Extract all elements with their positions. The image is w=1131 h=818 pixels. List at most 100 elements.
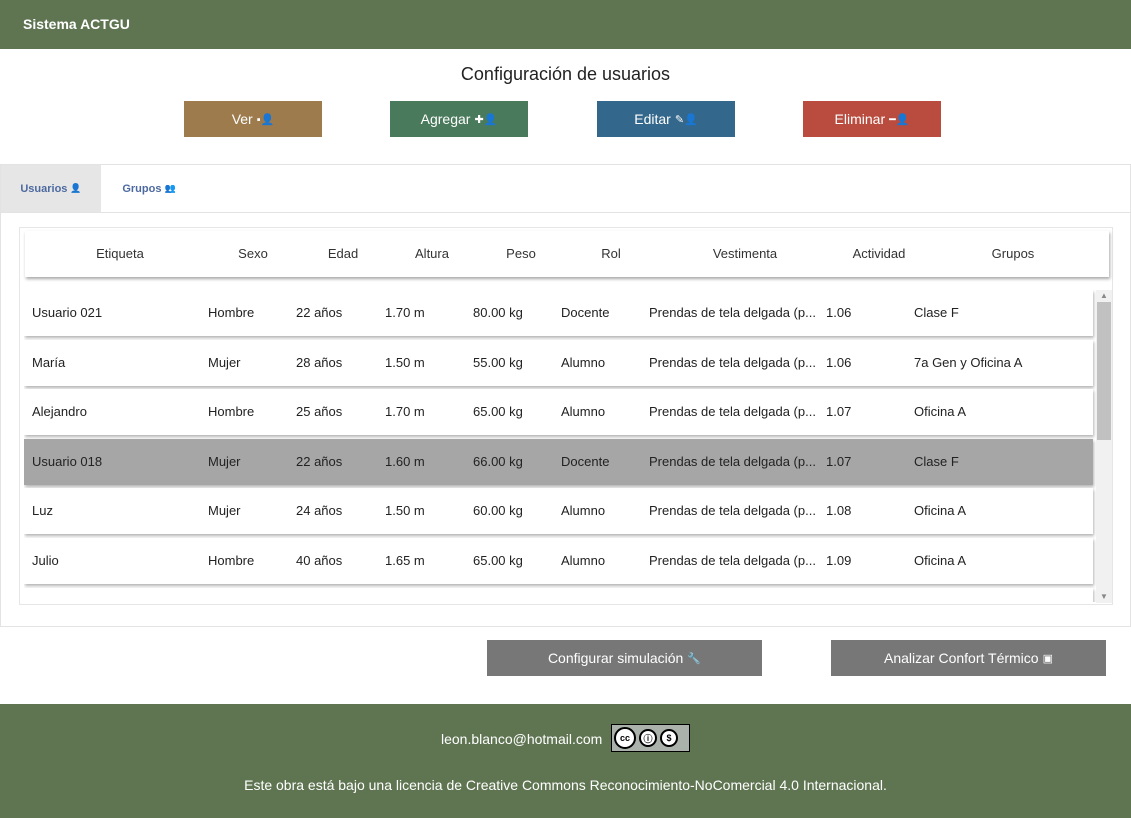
add-user-button[interactable]: Agregar ✚👤 (390, 101, 528, 137)
table-cell-sexo: Hombre (208, 305, 255, 320)
table-cell-edad: 22 años (296, 453, 343, 469)
pencil-user-icon: ✎👤 (674, 113, 698, 126)
table-cell-sexo: Hombre (208, 404, 255, 420)
edit-user-button[interactable]: Editar ✎👤 (597, 101, 735, 137)
table-scrollbar[interactable]: ▲ ▼ (1096, 290, 1112, 603)
wrench-icon: 🔧 (687, 652, 702, 665)
column-header-etiqueta[interactable]: Etiqueta (60, 231, 180, 277)
scroll-thumb[interactable] (1097, 302, 1111, 440)
table-cell-grupos: 7a Gen y Oficina A (914, 354, 1023, 370)
table-cell-vestimenta: Prendas de tela delgada (p... (649, 305, 816, 320)
table-cell-rol: Alumno (561, 404, 606, 420)
contact-email[interactable]: leon.blanco@hotmail.com (441, 731, 602, 747)
table-cell-actividad: 1.06 (826, 354, 852, 370)
app-header: Sistema ACTGU (0, 0, 1131, 49)
table-cell-etiqueta: Usuario 018 (32, 453, 103, 469)
column-header-grupos[interactable]: Grupos (953, 231, 1073, 277)
column-header-vestimenta[interactable]: Vestimenta (685, 231, 805, 277)
delete-label: Eliminar (834, 111, 886, 127)
table-row-partial[interactable] (24, 587, 1093, 602)
user-icon: 👤 (70, 183, 82, 193)
table-cell-actividad: 1.07 (826, 453, 852, 469)
table-body[interactable]: Usuario 021 Hombre 22 años 1.70 m 80.00 kg Do… (24, 290, 1114, 602)
table-cell-peso: 80.00 kg (473, 305, 523, 320)
table-cell-peso: 60.00 kg (473, 503, 523, 519)
scroll-up-icon[interactable]: ▲ (1096, 290, 1112, 302)
table-row[interactable]: Usuario 021 Hombre 22 años 1.70 m 80.00 kg Do… (24, 290, 1093, 336)
table-row[interactable]: María Mujer 28 años 1.50 m 55.00 kg Alumno Pre… (24, 339, 1093, 386)
column-header-actividad[interactable]: Actividad (819, 231, 939, 277)
cc-license-badge[interactable]: cc ⓘ $ (611, 724, 690, 752)
table-header: Etiqueta Sexo Edad Altura Peso Rol Vestimenta A… (25, 231, 1109, 277)
table-cell-vestimenta: Prendas de tela delgada (p... (649, 503, 816, 519)
table-cell-grupos: Clase F (914, 453, 959, 469)
cc-icon: cc (614, 727, 636, 749)
edit-label: Editar (634, 111, 671, 127)
tab-usuarios[interactable]: Usuarios 👤 (1, 165, 101, 212)
table-cell-etiqueta: Julio (32, 553, 59, 568)
table-row[interactable]: Julio Hombre 40 años 1.65 m 65.00 kg Alumno Pr… (24, 538, 1093, 584)
analyze-comfort-button[interactable]: Analizar Confort Térmico ▣ (831, 640, 1106, 676)
view-label: Ver (231, 111, 253, 127)
table-cell-sexo: Mujer (208, 354, 241, 370)
table-cell-vestimenta: Prendas de tela delgada (p... (649, 553, 816, 568)
tab-grupos-label: Grupos (122, 182, 162, 195)
tabs-divider (1, 212, 1130, 213)
table-cell-rol: Docente (561, 453, 610, 469)
view-user-button[interactable]: Ver ▪👤 (184, 101, 322, 137)
tab-grupos[interactable]: Grupos 👥 (101, 165, 197, 212)
table-cell-altura: 1.70 m (385, 404, 425, 420)
table-cell-peso: 65.00 kg (473, 404, 523, 420)
analyze-comfort-label: Analizar Confort Térmico (884, 650, 1039, 666)
table-cell-actividad: 1.09 (826, 553, 852, 568)
table-row[interactable]: Alejandro Hombre 25 años 1.70 m 65.00 kg Alum… (24, 389, 1093, 436)
table-cell-sexo: Mujer (208, 503, 241, 519)
table-cell-peso: 65.00 kg (473, 553, 523, 568)
table-cell-grupos: Oficina A (914, 503, 967, 519)
table-cell-edad: 22 años (296, 305, 343, 320)
table-cell-altura: 1.70 m (385, 305, 425, 320)
table-cell-vestimenta: Prendas de tela delgada (p... (649, 354, 816, 370)
table-cell-rol: Alumno (561, 553, 606, 568)
plus-user-icon: ✚👤 (474, 113, 498, 126)
table-cell-grupos: Clase F (914, 305, 959, 320)
table-cell-rol: Docente (561, 305, 610, 320)
scroll-down-icon[interactable]: ▼ (1096, 591, 1112, 603)
table-cell-actividad: 1.08 (826, 503, 852, 519)
table-row[interactable]: Usuario 018 Mujer 22 años 1.60 m 66.00 kg Doc… (24, 438, 1093, 485)
table-cell-sexo: Hombre (208, 553, 255, 568)
license-text[interactable]: Este obra está bajo una licencia de Crea… (0, 777, 1131, 793)
chart-icon: ▣ (1042, 652, 1053, 665)
table-cell-altura: 1.50 m (385, 354, 425, 370)
users-icon: 👥 (164, 183, 176, 193)
configure-simulation-button[interactable]: Configurar simulación 🔧 (487, 640, 762, 676)
app-title[interactable]: Sistema ACTGU (23, 16, 130, 32)
table-cell-grupos: Oficina A (914, 404, 967, 420)
table-cell-actividad: 1.07 (826, 404, 852, 420)
table-cell-grupos: Oficina A (914, 553, 967, 568)
table-cell-rol: Alumno (561, 503, 606, 519)
table-cell-etiqueta: Alejandro (32, 404, 87, 420)
table-cell-edad: 40 años (296, 553, 343, 568)
by-icon: ⓘ (639, 729, 657, 747)
table-cell-etiqueta: María (32, 354, 66, 370)
table-cell-edad: 24 años (296, 503, 343, 519)
tab-usuarios-label: Usuarios (20, 182, 68, 195)
nc-icon: $ (660, 729, 678, 747)
table-cell-rol: Alumno (561, 354, 606, 370)
table-cell-etiqueta: Luz (32, 503, 53, 519)
table-cell-sexo: Mujer (208, 453, 241, 469)
table-cell-actividad: 1.06 (826, 305, 852, 320)
table-cell-vestimenta: Prendas de tela delgada (p... (649, 453, 816, 469)
table-row[interactable]: Luz Mujer 24 años 1.50 m 60.00 kg Alumno Prend… (24, 488, 1093, 535)
table-cell-altura: 1.60 m (385, 453, 425, 469)
footer: leon.blanco@hotmail.com cc ⓘ $ Este obra… (0, 704, 1131, 818)
table-cell-vestimenta: Prendas de tela delgada (p... (649, 404, 816, 420)
table-cell-altura: 1.65 m (385, 553, 425, 568)
table-cell-peso: 55.00 kg (473, 354, 523, 370)
table-cell-edad: 28 años (296, 354, 343, 370)
column-header-rol[interactable]: Rol (551, 231, 671, 277)
delete-user-button[interactable]: Eliminar ━👤 (803, 101, 941, 137)
save-user-icon: ▪👤 (256, 113, 275, 126)
page-title: Configuración de usuarios (460, 64, 671, 84)
